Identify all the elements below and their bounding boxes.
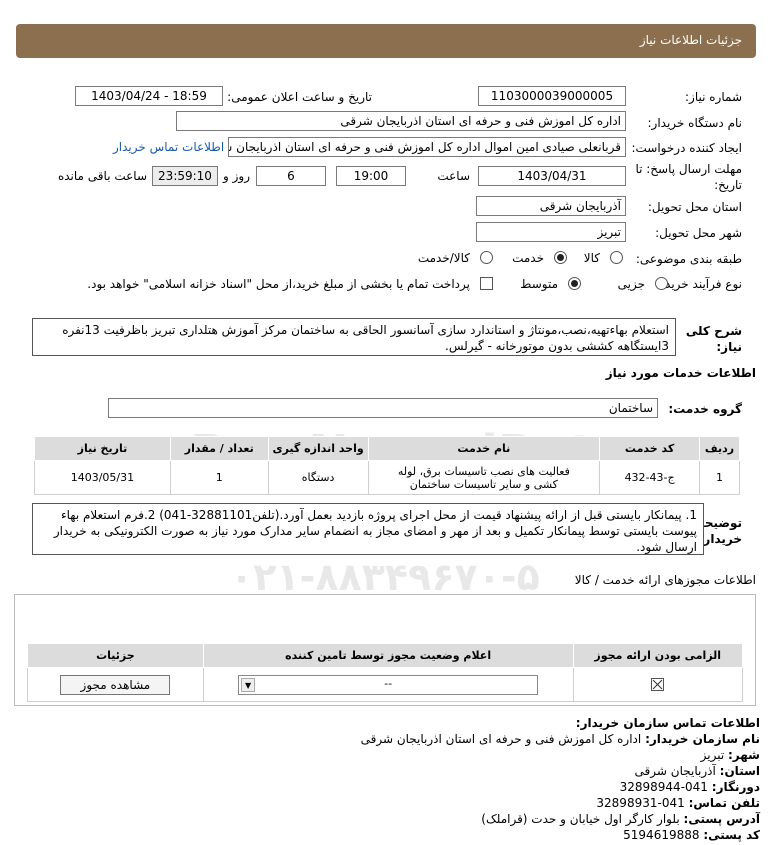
col-index: ردیف [699, 436, 740, 461]
province-label: استان محل تحویل: [647, 200, 742, 214]
notes-box: 1. پیمانکار بایستی قبل از ارائه پیشنهاد … [32, 503, 704, 555]
need-number-field: 1103000039000005 [478, 86, 626, 106]
table-row: 1 ج-43-432 فعالیت های نصب تاسیسات برق، ل… [34, 460, 740, 495]
process-radio-minor[interactable] [655, 277, 668, 290]
need-number-label: شماره نیاز: [685, 90, 742, 104]
services-table: ردیف کد خدمت نام خدمت واحد اندازه گیری ت… [34, 436, 740, 495]
page-title: جزئیات اطلاعات نیاز [639, 33, 742, 47]
days-field: 6 [256, 166, 326, 186]
description-label: شرح کلی [685, 324, 742, 338]
permits-section-title: اطلاعات مجوزهای ارائه خدمت / کالا [574, 573, 756, 587]
deadline-time-field: 19:00 [336, 166, 406, 186]
category-option-both: کالا/خدمت [417, 251, 470, 265]
deadline-label: مهلت ارسال پاسخ: تا [635, 162, 742, 176]
remaining-label: ساعت باقی مانده [57, 169, 147, 183]
row-name: فعالیت های نصب تاسیسات برق، لوله کشی و س… [367, 460, 601, 495]
category-radio-service[interactable] [554, 251, 567, 264]
contact-title: اطلاعات تماس سازمان خریدار: [575, 716, 760, 730]
col-qty: تعداد / مقدار [169, 436, 269, 461]
description-box: استعلام بهاءتهیه،نصب،مونتاژ و استاندارد … [32, 318, 676, 356]
city-label: شهر محل تحویل: [655, 226, 742, 240]
deadline-label-date: تاریخ: [714, 178, 742, 192]
row-unit: دستگاه [267, 460, 369, 495]
col-date: تاریخ نیاز [34, 436, 171, 461]
announce-label: تاریخ و ساعت اعلان عمومی: [227, 90, 372, 104]
buyer-contact-link[interactable]: اطلاعات تماس خریدار [113, 140, 224, 154]
buyer-org-field: اداره کل اموزش فنی و حرفه ای استان اذربا… [176, 111, 626, 131]
announce-field: 1403/04/24 - 18:59 [75, 86, 223, 106]
col-details: جزئیات [27, 643, 204, 668]
col-name: نام خدمت [367, 436, 601, 461]
process-option-minor: جزیی [617, 277, 645, 291]
required-checkbox [651, 678, 665, 692]
permit-status-select[interactable]: ▼ -- [238, 674, 539, 695]
process-radio-medium[interactable] [568, 277, 581, 290]
category-option-goods: کالا [583, 251, 600, 265]
city-field: تبریز [476, 222, 626, 242]
permits-table-header: الزامی بودن ارائه مجوز اعلام وضعیت مجوز … [27, 643, 743, 668]
contact-province: استان: آذربایجان شرقی [634, 764, 760, 778]
process-option-medium: متوسط [520, 277, 558, 291]
description-label-2: نیاز: [716, 340, 742, 354]
category-radio-both[interactable] [480, 251, 493, 264]
watermark-phone: ۰۲۱-۸۸۳۴۹۶۷۰-۵ [230, 555, 540, 599]
services-table-header: ردیف کد خدمت نام خدمت واحد اندازه گیری ت… [34, 436, 740, 461]
deadline-date-field: 1403/04/31 [478, 166, 626, 186]
treasury-checkbox[interactable] [480, 277, 493, 290]
page-header: جزئیات اطلاعات نیاز [16, 24, 756, 58]
creator-field: قربانعلی صیادی امین اموال اداره کل اموزش… [228, 137, 626, 157]
col-code: کد خدمت [599, 436, 701, 461]
row-qty: 1 [169, 460, 269, 495]
row-code: ج-43-432 [599, 460, 701, 495]
category-option-service: خدمت [512, 251, 544, 265]
services-section-title: اطلاعات خدمات مورد نیاز [605, 366, 756, 380]
notes-label-2: خریدار: [698, 532, 742, 546]
select-value: -- [384, 676, 393, 690]
province-field: آذربایجان شرقی [476, 196, 626, 216]
service-group-label: گروه خدمت: [668, 402, 742, 416]
permits-table: الزامی بودن ارائه مجوز اعلام وضعیت مجوز … [27, 643, 743, 702]
category-label: طبقه بندی موضوعی: [635, 252, 742, 266]
contact-city: شهر: تبریز [700, 748, 760, 762]
category-radio-goods[interactable] [610, 251, 623, 264]
col-status: اعلام وضعیت مجوز توسط تامین کننده [202, 643, 574, 668]
table-row: ▼ -- مشاهده مجوز [27, 667, 743, 702]
days-label: روز و [223, 169, 250, 183]
col-unit: واحد اندازه گیری [267, 436, 369, 461]
treasury-text: پرداخت تمام یا بخشی از مبلغ خرید،از محل … [87, 277, 470, 291]
contact-phone: تلفن تماس: 041-32898931 [596, 796, 760, 810]
view-permit-button[interactable]: مشاهده مجوز [60, 674, 171, 695]
col-required: الزامی بودن ارائه مجوز [572, 643, 743, 668]
creator-label: ایجاد کننده درخواست: [631, 141, 742, 155]
row-index: 1 [699, 460, 740, 495]
contact-postal: کد پستی: 5194619888 [623, 828, 760, 842]
remaining-time-field: 23:59:10 [152, 166, 218, 186]
buyer-org-label: نام دستگاه خریدار: [647, 116, 743, 130]
process-label: نوع فرآیند خرید : [657, 277, 742, 291]
contact-org: نام سازمان خریدار: اداره کل اموزش فنی و … [360, 732, 760, 746]
contact-address: آدرس پستی: بلوار کارگر اول خیابان و حدت … [481, 812, 760, 826]
deadline-time-label: ساعت [437, 169, 470, 183]
contact-fax: دورنگار: 041-32898944 [619, 780, 760, 794]
permits-panel: الزامی بودن ارائه مجوز اعلام وضعیت مجوز … [14, 594, 756, 706]
row-date: 1403/05/31 [34, 460, 171, 495]
service-group-field: ساختمان [108, 398, 658, 418]
